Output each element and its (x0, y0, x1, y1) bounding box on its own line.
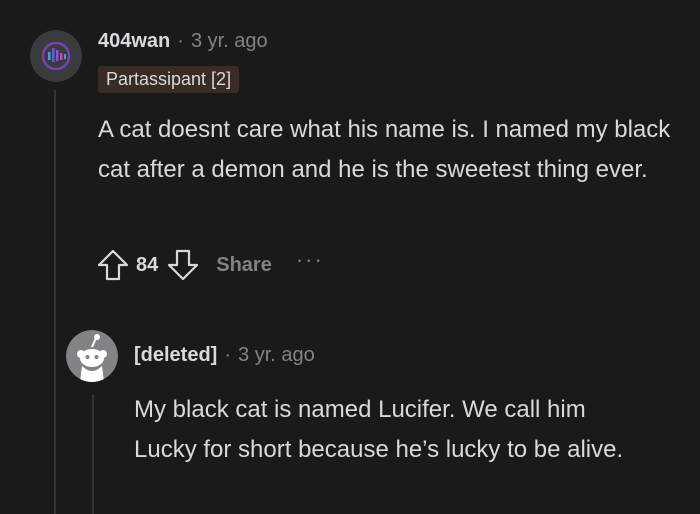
reply-thread-line[interactable] (92, 395, 94, 514)
meta-separator: · (224, 344, 232, 366)
comment-meta: 404wan · 3 yr. ago (98, 30, 268, 53)
reply-timestamp[interactable]: 3 yr. ago (238, 344, 315, 367)
snoo-avatar-icon (66, 330, 118, 382)
reply-author: [deleted] (134, 344, 218, 366)
meta-separator: · (177, 30, 184, 52)
comment-timestamp[interactable]: 3 yr. ago (191, 30, 268, 53)
comment-author[interactable]: 404wan (98, 30, 170, 53)
user-flair: Partassipant [2] (98, 66, 240, 93)
comment-thread-line[interactable] (54, 90, 56, 514)
avatar[interactable] (30, 30, 82, 82)
comment-actions: 84 Share ··· (96, 247, 324, 282)
user-avatar-icon (30, 30, 82, 82)
comment-body: A cat doesnt care what his name is. I na… (98, 116, 671, 183)
reply-body: My black cat is named Lucifer. We call h… (134, 396, 624, 463)
upvote-icon[interactable] (96, 248, 130, 282)
reply-avatar[interactable] (66, 330, 118, 382)
more-options-icon[interactable]: ··· (296, 247, 324, 273)
vote-score: 84 (136, 253, 159, 276)
share-button[interactable]: Share (216, 254, 272, 277)
downvote-icon[interactable] (166, 248, 200, 282)
reply-meta: [deleted] · 3 yr. ago (134, 344, 315, 367)
